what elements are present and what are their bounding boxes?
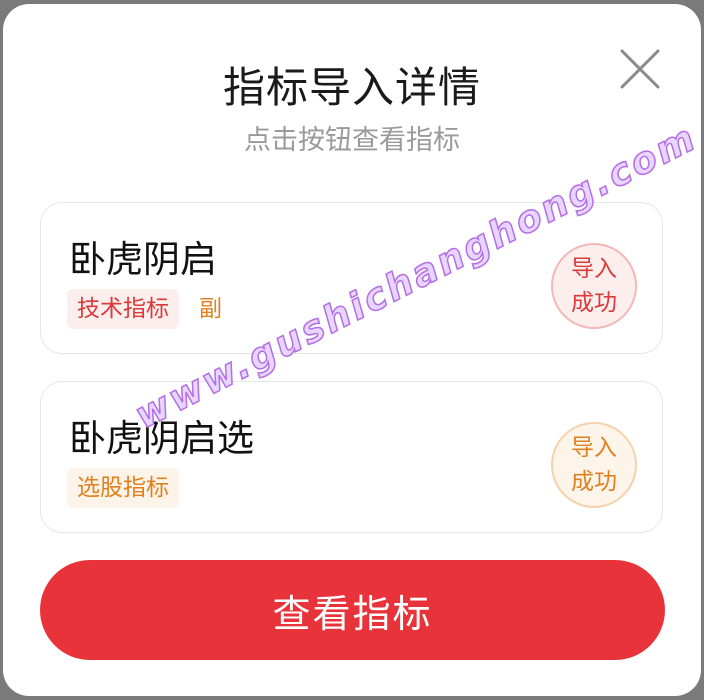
indicator-name: 卧虎阴启 [69,238,217,281]
indicator-type-tag: 选股指标 [67,468,179,508]
indicator-card: 卧虎阴启 技术指标 副 导入 成功 [40,202,663,354]
indicator-sub-tag: 副 [199,296,222,322]
dialog-title: 指标导入详情 [222,63,481,112]
indicator-name: 卧虎阴启选 [69,417,254,460]
import-success-stamp: 导入 成功 [551,243,637,329]
stamp-line-1: 导入 [571,256,617,282]
import-details-dialog: 指标导入详情 点击按钮查看指标 卧虎阴启 技术指标 副 导入 成功 卧虎阴启选 … [3,4,701,696]
indicator-card: 卧虎阴启选 选股指标 导入 成功 [40,381,663,533]
stamp-line-2: 成功 [571,290,617,316]
import-success-stamp: 导入 成功 [551,422,637,508]
close-button[interactable] [619,48,661,90]
indicator-type-tag: 技术指标 [67,289,179,329]
dialog-subtitle: 点击按钮查看指标 [244,125,460,156]
close-icon [620,49,660,89]
stamp-line-1: 导入 [571,435,617,461]
stamp-line-2: 成功 [571,469,617,495]
view-indicators-button[interactable]: 查看指标 [40,560,665,660]
